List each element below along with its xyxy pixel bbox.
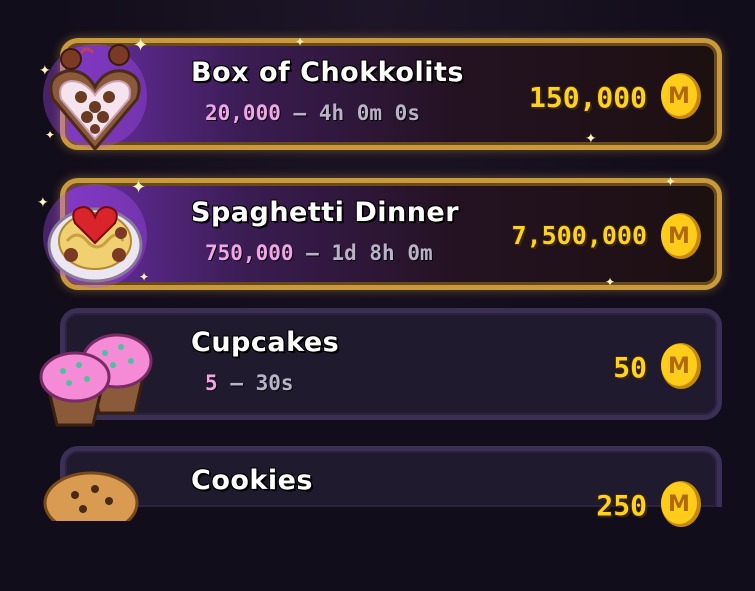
- gold-coin-icon: M: [659, 479, 703, 529]
- item-quantity: 20,000: [205, 101, 281, 125]
- item-title: Cookies: [191, 465, 314, 496]
- item-quantity: 750,000: [205, 241, 294, 265]
- item-quantity-duration: 5 – 30s: [205, 371, 294, 395]
- chocolate-box-icon: ✦ ✦ ✦: [35, 31, 165, 161]
- cupcake-icon: [35, 307, 165, 437]
- item-price: 7,500,000: [511, 221, 647, 250]
- svg-text:M: M: [668, 84, 690, 109]
- svg-text:✦: ✦: [133, 35, 148, 56]
- item-duration: 1d 8h 0m: [331, 241, 433, 265]
- item-duration: 30s: [255, 371, 294, 395]
- spaghetti-icon: ✦ ✦ ✦: [35, 171, 165, 301]
- item-title: Box of Chokkolits: [191, 57, 464, 88]
- item-quantity: 5: [205, 371, 218, 395]
- shop-item-spaghetti-dinner[interactable]: ✦ ✦ ✦ Spaghetti Dinner 750,000 – 1d 8h 0…: [37, 175, 722, 290]
- svg-text:✦: ✦: [37, 195, 49, 211]
- item-price: 250: [596, 489, 647, 522]
- svg-text:✦: ✦: [131, 177, 146, 198]
- sparkle-decoration: ✦: [585, 131, 597, 147]
- shop-item-box-of-chokkolits[interactable]: ✦ ✦ ✦ Box of Chokkolits 20,000 – 4h 0m 0…: [39, 35, 722, 152]
- item-price: 150,000: [528, 81, 647, 114]
- cookie-icon: [35, 461, 165, 591]
- sparkle-decoration: ✦: [295, 35, 306, 49]
- item-separator: –: [230, 371, 243, 395]
- svg-text:✦: ✦: [45, 128, 55, 142]
- item-separator: –: [306, 241, 319, 265]
- svg-text:M: M: [668, 492, 690, 517]
- item-separator: –: [293, 101, 307, 125]
- gold-coin-icon: M: [659, 71, 703, 121]
- sparkle-decoration: ✦: [605, 275, 616, 289]
- sparkle-decoration: ✦: [665, 175, 676, 190]
- item-title: Cupcakes: [191, 327, 340, 358]
- item-title: Spaghetti Dinner: [191, 197, 460, 228]
- shop-item-cupcakes[interactable]: Cupcakes 5 – 30s 50 M: [39, 308, 722, 427]
- svg-text:M: M: [668, 224, 690, 249]
- gold-coin-icon: M: [659, 211, 703, 261]
- shop-item-cookies[interactable]: Cookies 250 M: [43, 446, 722, 535]
- item-duration: 4h 0m 0s: [318, 101, 420, 125]
- gold-coin-icon: M: [659, 341, 703, 391]
- item-quantity-duration: 750,000 – 1d 8h 0m: [205, 241, 433, 265]
- svg-text:✦: ✦: [39, 63, 51, 79]
- item-quantity-duration: 20,000 – 4h 0m 0s: [205, 101, 420, 125]
- svg-text:M: M: [668, 354, 690, 379]
- svg-text:✦: ✦: [139, 270, 149, 284]
- item-price: 50: [613, 351, 647, 384]
